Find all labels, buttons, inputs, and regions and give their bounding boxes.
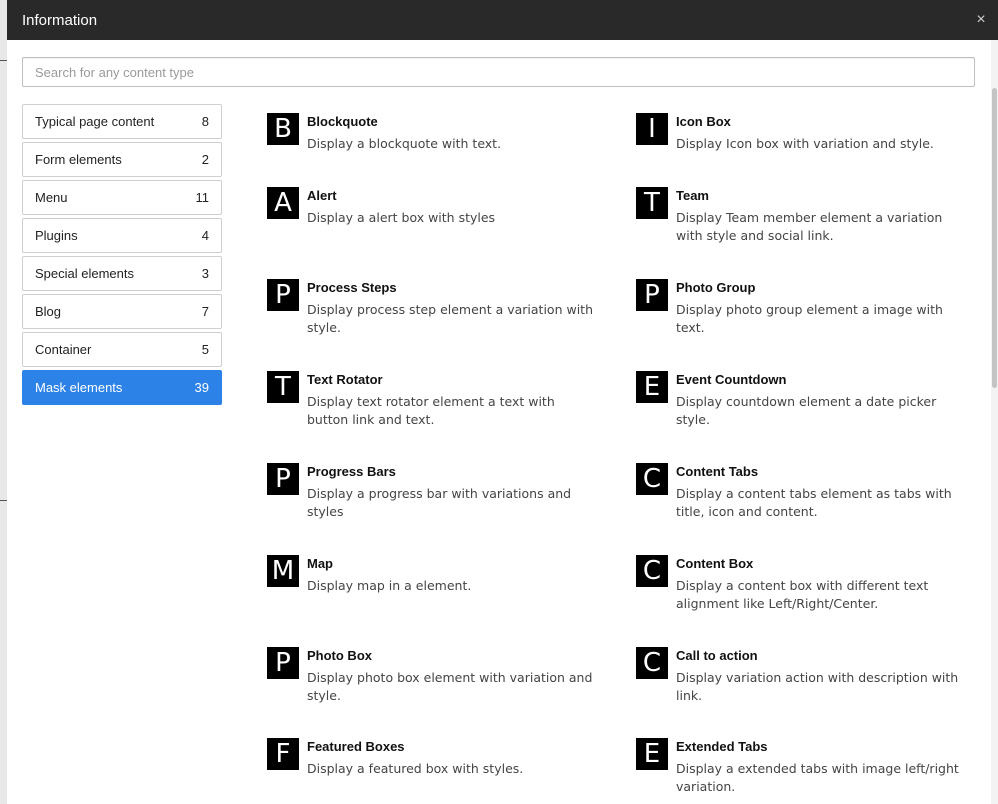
dialog-title: Information — [22, 12, 98, 29]
sidebar-item-container[interactable]: Container 5 — [22, 332, 222, 367]
sidebar-item-menu[interactable]: Menu 11 — [22, 180, 222, 215]
letter-icon: A — [267, 187, 299, 219]
element-title: Content Box — [676, 556, 754, 571]
element-title: Alert — [307, 188, 337, 203]
element-title: Icon Box — [676, 114, 731, 129]
element-description: Display map in a element. — [307, 578, 472, 593]
dialog-header: Information × — [7, 0, 998, 40]
element-title: Extended Tabs — [676, 739, 768, 754]
letter-icon: E — [636, 738, 668, 770]
letter-icon: B — [267, 113, 299, 145]
sidebar-item-count: 7 — [201, 304, 209, 319]
element-title: Progress Bars — [307, 464, 396, 479]
element-title: Text Rotator — [307, 372, 383, 387]
letter-icon: F — [267, 738, 299, 770]
element-description: Display countdown element a date picker … — [676, 394, 937, 427]
element-title: Photo Box — [307, 648, 372, 663]
letter-icon: P — [267, 463, 299, 495]
element-description: Display a blockquote with text. — [307, 136, 502, 151]
letter-icon: P — [636, 279, 668, 311]
close-icon[interactable]: × — [972, 10, 990, 30]
letter-icon: M — [267, 555, 299, 587]
sidebar-item-label: Menu — [35, 190, 68, 205]
letter-icon: P — [267, 279, 299, 311]
element-description: Display photo group element a image with… — [676, 302, 943, 335]
sidebar-item-count: 5 — [201, 342, 209, 357]
search-input[interactable] — [22, 57, 975, 87]
element-title: Map — [307, 556, 333, 571]
background-divider — [0, 500, 7, 501]
search-box — [22, 57, 975, 87]
letter-icon: P — [267, 647, 299, 679]
sidebar-item-mask-elements[interactable]: Mask elements 39 — [22, 370, 222, 405]
sidebar-item-count: 3 — [201, 266, 209, 281]
element-description: Display process step element a variation… — [307, 302, 593, 335]
element-description: Display a featured box with styles. — [307, 761, 524, 776]
element-description: Display a progress bar with variations a… — [307, 486, 572, 519]
element-description: Display a content box with different tex… — [676, 578, 929, 611]
category-sidebar: Typical page content 8 Form elements 2 Menu 1… — [22, 104, 222, 408]
sidebar-item-special-elements[interactable]: Special elements 3 — [22, 256, 222, 291]
element-title: Photo Group — [676, 280, 756, 295]
element-title: Team — [676, 188, 709, 203]
sidebar-item-count: 11 — [195, 190, 210, 205]
sidebar-item-blog[interactable]: Blog 7 — [22, 294, 222, 329]
sidebar-item-count: 4 — [201, 228, 209, 243]
sidebar-item-label: Form elements — [35, 152, 122, 167]
sidebar-item-label: Plugins — [35, 228, 78, 243]
background-page — [0, 0, 7, 804]
element-description: Display variation action with descriptio… — [676, 670, 959, 703]
sidebar-item-label: Blog — [35, 304, 62, 319]
element-title: Event Countdown — [676, 372, 787, 387]
element-description: Display a extended tabs with image left/… — [676, 761, 959, 794]
element-description: Display a alert box with styles — [307, 210, 496, 225]
sidebar-item-label: Container — [35, 342, 92, 357]
sidebar-item-plugins[interactable]: Plugins 4 — [22, 218, 222, 253]
information-dialog: Information × Typical page content 8 Form … — [7, 0, 998, 804]
letter-icon: T — [636, 187, 668, 219]
sidebar-item-label: Special elements — [35, 266, 134, 281]
element-title: Featured Boxes — [307, 739, 405, 754]
element-title: Blockquote — [307, 114, 378, 129]
sidebar-item-typical-page-content[interactable]: Typical page content 8 — [22, 104, 222, 139]
element-description: Display Icon box with variation and styl… — [676, 136, 934, 151]
element-description: Display a content tabs element as tabs w… — [676, 486, 952, 519]
element-description: Display Team member element a variation … — [676, 210, 943, 243]
letter-icon: C — [636, 463, 668, 495]
element-description: Display photo box element with variation… — [307, 670, 593, 703]
element-title: Process Steps — [307, 280, 397, 295]
sidebar-item-form-elements[interactable]: Form elements 2 — [22, 142, 222, 177]
background-divider — [0, 60, 7, 61]
element-title: Content Tabs — [676, 464, 759, 479]
sidebar-item-count: 2 — [201, 152, 209, 167]
letter-icon: I — [636, 113, 668, 145]
letter-icon: E — [636, 371, 668, 403]
sidebar-item-count: 39 — [194, 380, 209, 395]
sidebar-item-label: Typical page content — [35, 114, 155, 129]
element-description: Display text rotator element a text with… — [307, 394, 555, 427]
scrollbar[interactable] — [991, 40, 998, 804]
sidebar-item-label: Mask elements — [35, 380, 123, 395]
letter-icon: C — [636, 555, 668, 587]
element-title: Call to action — [676, 648, 758, 663]
scrollbar-thumb[interactable] — [992, 88, 997, 388]
letter-icon: C — [636, 647, 668, 679]
letter-icon: T — [267, 371, 299, 403]
sidebar-item-count: 8 — [201, 114, 209, 129]
